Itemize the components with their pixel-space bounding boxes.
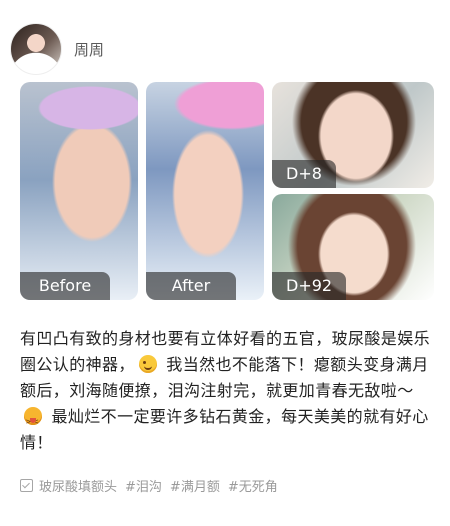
photo-label-day-8: D+8 <box>272 160 336 188</box>
photo-label-day-92: D+92 <box>272 272 347 300</box>
photo-label-before: Before <box>20 272 110 300</box>
tag-item[interactable]: #无死角 <box>228 476 278 495</box>
tag-item[interactable]: #泪沟 <box>125 476 162 495</box>
tongue-out-emoji-icon <box>24 407 42 435</box>
photo-label-after: After <box>146 272 236 300</box>
photo-day-92[interactable]: D+92 <box>272 194 434 300</box>
photo-day-8[interactable]: D+8 <box>272 82 434 188</box>
post-header: 周周 <box>10 22 440 76</box>
checkbox-tag-icon <box>20 478 33 492</box>
username[interactable]: 周周 <box>74 39 104 60</box>
avatar[interactable] <box>10 23 62 75</box>
photo-grid: Before After D+8 D+92 <box>20 82 434 300</box>
topic-tags: 玻尿酸填额头 #泪沟 #满月额 #无死角 <box>20 474 436 496</box>
post-text-part-3: 最灿烂不一定要许多钻石黄金，每天美美的就有好心情！ <box>20 407 429 452</box>
wink-emoji-icon <box>138 355 157 373</box>
photo-before[interactable]: Before <box>20 82 138 300</box>
tag-item[interactable]: 玻尿酸填额头 <box>39 476 117 495</box>
post-body: 有凹凸有致的身材也要有立体好看的五官，玻尿酸是娱乐圈公认的神器， 我当然也不能落… <box>20 326 436 456</box>
photo-after[interactable]: After <box>146 82 264 300</box>
tag-item[interactable]: #满月额 <box>170 476 220 495</box>
